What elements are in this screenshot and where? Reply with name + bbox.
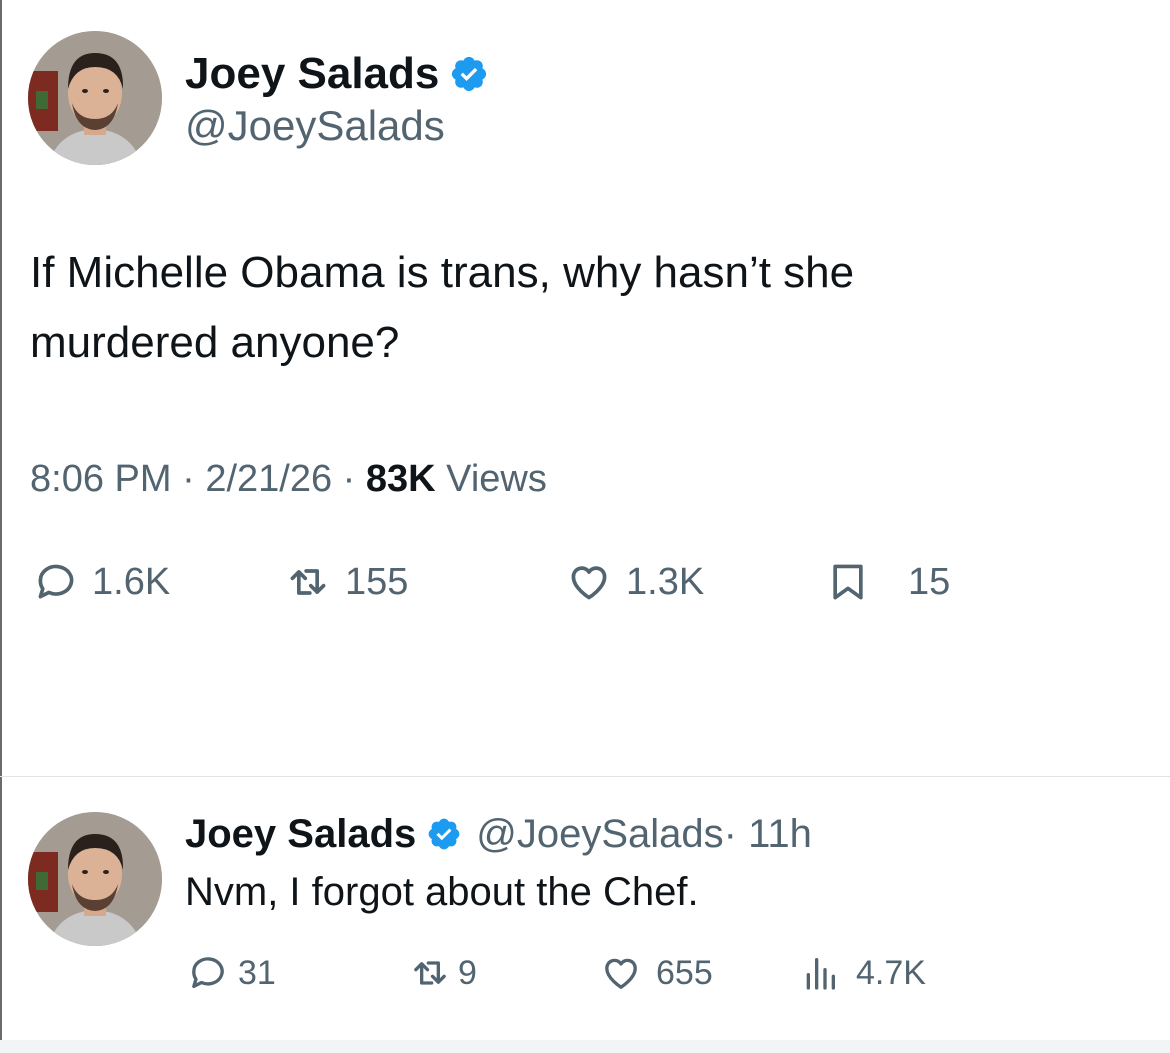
views-button[interactable]: 4.7K [800, 953, 926, 993]
author-name[interactable]: Joey Salads [185, 812, 416, 857]
meta-separator: · [171, 458, 206, 500]
avatar[interactable] [28, 31, 162, 165]
reply-count: 1.6K [92, 560, 171, 603]
repost-count: 9 [458, 953, 477, 992]
tweet-meta: 8:06 PM · 2/21/26 · 83K Views [30, 458, 547, 501]
repost-button[interactable]: 155 [285, 560, 408, 604]
verified-badge-icon [426, 816, 462, 852]
reply-text: Nvm, I forgot about the Chef. [185, 870, 699, 914]
left-edge-rule [0, 0, 2, 1053]
author-handle[interactable]: @JoeySalads [476, 812, 723, 857]
heart-icon [600, 953, 642, 993]
tweet-text: If Michelle Obama is trans, why hasn’t s… [30, 238, 854, 378]
reply-icon [188, 953, 228, 993]
views-count: 83K [365, 458, 436, 500]
repost-icon [285, 560, 331, 604]
like-button[interactable]: 1.3K [566, 560, 704, 604]
bottom-divider [0, 1040, 1170, 1053]
views-chart-icon [800, 953, 840, 993]
avatar[interactable] [28, 812, 162, 946]
views-label: Views [435, 458, 547, 500]
avatar-photo [28, 812, 162, 946]
meta-separator: · [332, 458, 366, 500]
tweet-date[interactable]: 2/21/26 [205, 458, 332, 500]
author-handle[interactable]: @JoeySalads [185, 102, 445, 150]
reply-count: 31 [238, 953, 276, 992]
tweet-divider [0, 776, 1170, 777]
tweet-text-line: If Michelle Obama is trans, why hasn’t s… [30, 248, 855, 297]
avatar-photo [28, 31, 162, 165]
repost-icon [410, 953, 450, 993]
reply-action-bar: 31 9 655 4.7K [0, 948, 1170, 998]
author-row: Joey Salads @JoeySalads · 11h [185, 808, 812, 860]
reply-icon [34, 560, 78, 604]
tweet-text-line: murdered anyone? [30, 318, 400, 367]
bookmark-count: 15 [908, 560, 951, 603]
author-name[interactable]: Joey Salads [185, 49, 439, 99]
tweet-time[interactable]: 8:06 PM [30, 458, 172, 500]
reply-button[interactable]: 31 [188, 953, 276, 993]
verified-badge-icon [449, 54, 489, 94]
like-button[interactable]: 655 [600, 953, 713, 993]
repost-button[interactable]: 9 [410, 953, 477, 993]
reply-time[interactable]: · 11h [724, 812, 812, 857]
author-row: Joey Salads [185, 46, 489, 102]
like-count: 655 [656, 953, 713, 992]
like-count: 1.3K [626, 560, 705, 603]
heart-icon [566, 560, 612, 604]
bookmark-icon [826, 560, 870, 604]
views-count: 4.7K [856, 953, 926, 992]
bookmark-button[interactable]: 15 [826, 560, 950, 604]
repost-count: 155 [345, 560, 409, 603]
action-bar: 1.6K 155 1.3K 15 [0, 552, 1170, 612]
reply-button[interactable]: 1.6K [34, 560, 170, 604]
